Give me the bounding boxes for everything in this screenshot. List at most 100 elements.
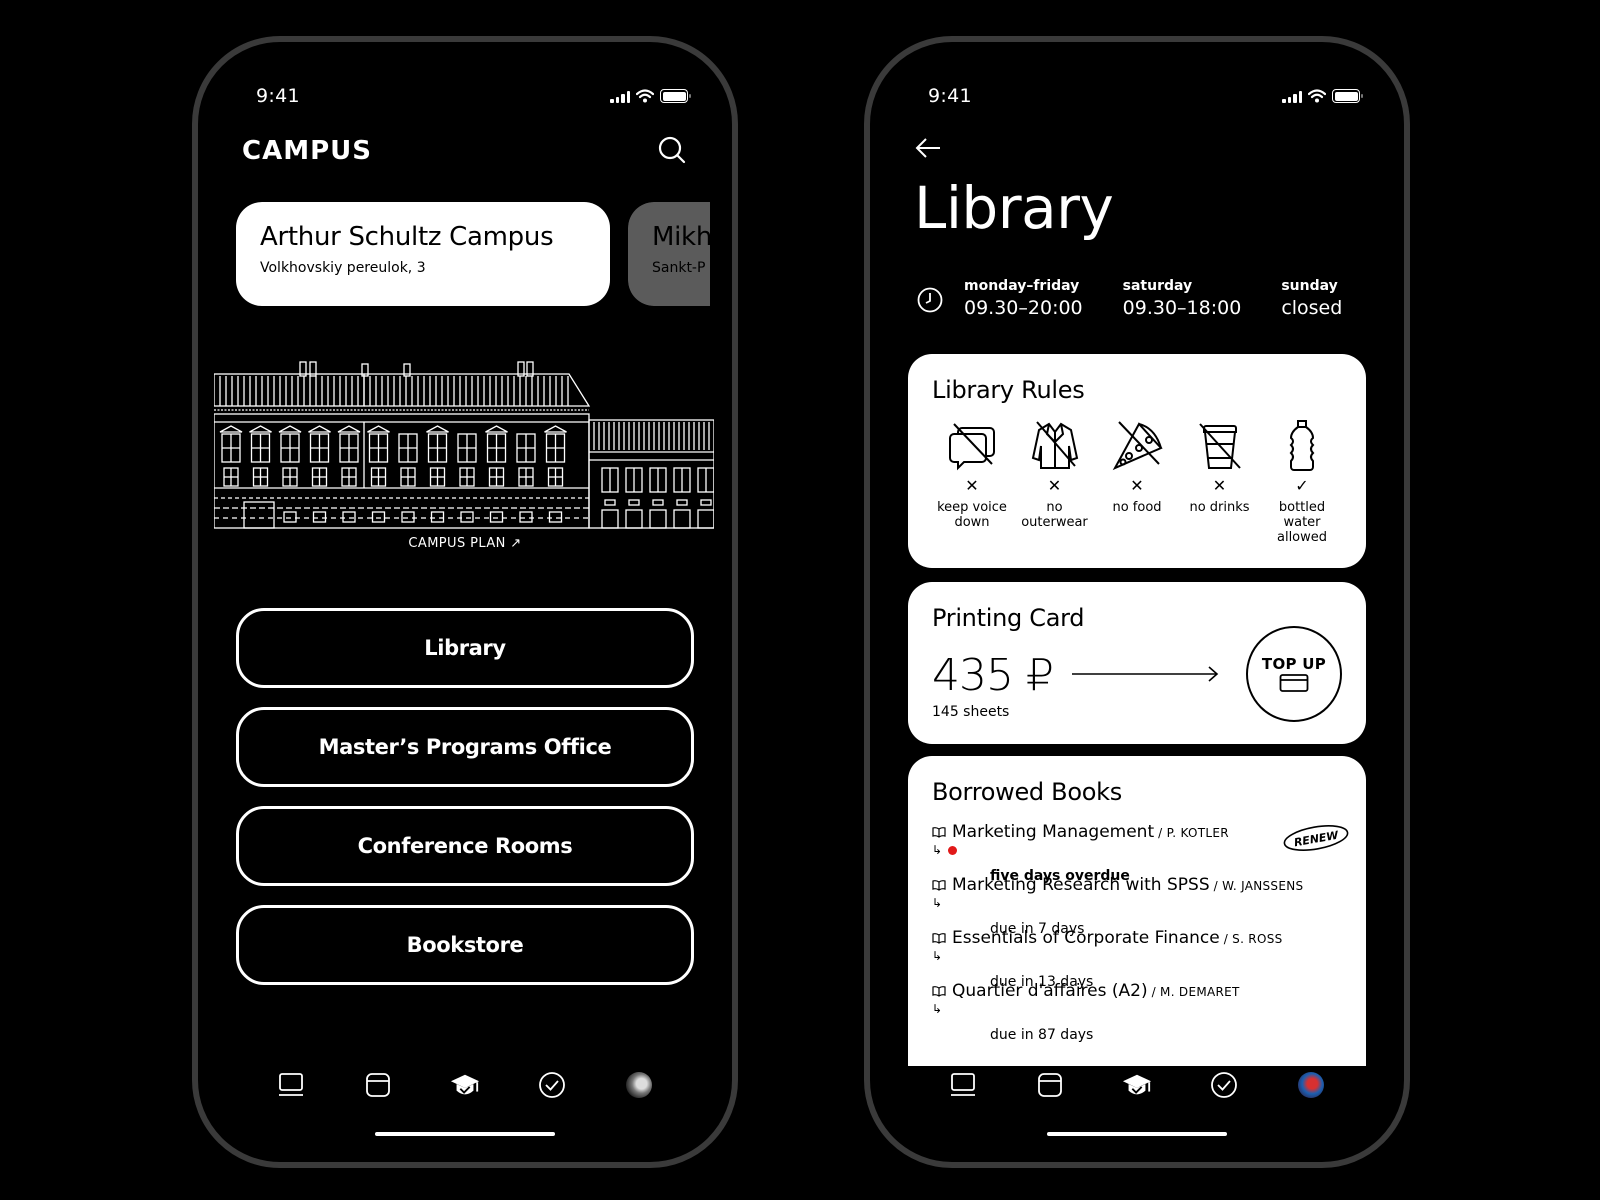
book-title: Marketing Management	[952, 822, 1155, 842]
check-circle-icon	[538, 1072, 565, 1098]
book-title: Marketing Research with SPSS	[952, 875, 1210, 895]
rule-label: no outerwear	[1021, 500, 1088, 530]
status-bar: 9:41	[928, 82, 1363, 110]
rule-item: ✓ bottled water allowed	[1262, 418, 1342, 545]
clock-icon	[917, 287, 943, 313]
calendar-icon	[366, 1073, 391, 1097]
tab-profile[interactable]	[1296, 1070, 1326, 1100]
rule-label: no food	[1112, 500, 1162, 515]
book-status: due in 87 days	[990, 1027, 1094, 1043]
credit-card-icon	[1279, 674, 1309, 692]
search-icon	[658, 136, 686, 164]
card-title: Borrowed Books	[932, 778, 1122, 806]
phone-library-screen: 9:41 Library monday–friday 09.30–20:00 s…	[864, 36, 1410, 1168]
hours-day: saturday	[1122, 278, 1193, 294]
rule-mark: ✕	[1212, 476, 1227, 495]
tab-schedule[interactable]	[363, 1070, 393, 1100]
top-up-label: TOP UP	[1261, 655, 1327, 673]
opening-hours: monday–friday 09.30–20:00 saturday 09.30…	[916, 278, 1374, 319]
laptop-icon	[279, 1073, 304, 1096]
menu-button-conference-rooms[interactable]: Conference Rooms	[236, 806, 694, 886]
home-indicator	[375, 1132, 555, 1136]
tab-bar	[870, 1070, 1404, 1100]
search-button[interactable]	[652, 130, 692, 170]
no-drinks-icon	[1198, 423, 1241, 469]
arrow-left-icon	[915, 138, 940, 158]
wifi-icon	[636, 89, 654, 103]
water-bottle-icon	[1289, 420, 1315, 471]
rule-label: keep voice down	[937, 500, 1007, 530]
campus-name: Mikh	[652, 222, 710, 252]
hours-day: monday–friday	[964, 278, 1080, 294]
hours-time: 09.30–18:00	[1122, 297, 1242, 319]
hours-weekdays: monday–friday 09.30–20:00	[964, 278, 1083, 319]
avatar	[625, 1072, 652, 1098]
book-title: Quartier d'affaires (A2)	[952, 981, 1148, 1001]
book-item[interactable]: Marketing Management / P. KOTLER ↳ five …	[932, 822, 1349, 884]
back-button[interactable]	[914, 134, 944, 164]
hours-time: closed	[1281, 297, 1343, 319]
rule-mark: ✓	[1295, 476, 1309, 495]
cellular-signal-icon	[1282, 90, 1302, 103]
book-item[interactable]: Quartier d'affaires (A2) / M. DEMARET ↳ …	[932, 981, 1342, 1043]
return-arrow-icon: ↳	[932, 896, 943, 910]
status-icons	[1282, 89, 1363, 103]
tab-tasks[interactable]	[537, 1070, 567, 1100]
rule-item: ✕ no outerwear	[1015, 418, 1095, 545]
renew-button[interactable]: RENEW	[1282, 824, 1350, 852]
printing-balance: 435 ₽	[932, 650, 1054, 701]
return-arrow-icon: ↳	[932, 1002, 943, 1016]
tab-campus[interactable]	[450, 1070, 480, 1100]
app-brand: CAMPUS	[242, 136, 372, 166]
tab-courses[interactable]	[276, 1070, 306, 1100]
return-arrow-icon: ↳	[932, 949, 943, 963]
rule-mark: ✕	[1047, 476, 1062, 495]
calendar-icon	[1038, 1073, 1063, 1097]
campus-address: Sankt-P	[652, 260, 706, 276]
book-author: / M. DEMARET	[1151, 985, 1240, 999]
book-item[interactable]: Essentials of Corporate Finance / S. ROS…	[932, 928, 1342, 990]
tab-bar	[198, 1070, 732, 1100]
rule-label: bottled water allowed	[1276, 500, 1328, 545]
rule-item: ✕ no drinks	[1180, 418, 1260, 545]
tab-campus[interactable]	[1122, 1070, 1152, 1100]
rule-label: no drinks	[1189, 500, 1250, 515]
graduation-cap-icon	[1122, 1074, 1152, 1095]
printing-sheets: 145 sheets	[932, 704, 1010, 720]
book-author: / P. KOTLER	[1158, 826, 1229, 840]
top-up-button[interactable]: TOP UP	[1246, 626, 1342, 722]
rules-list: ✕ keep voice down ✕ no outerwear ✕ no fo…	[932, 418, 1342, 545]
hours-saturday: saturday 09.30–18:00	[1123, 278, 1242, 319]
menu-button-masters-office[interactable]: Master’s Programs Office	[236, 707, 694, 787]
home-indicator	[1047, 1132, 1227, 1136]
status-time: 9:41	[928, 85, 972, 107]
campus-name: Arthur Schultz Campus	[260, 222, 554, 252]
tab-schedule[interactable]	[1035, 1070, 1065, 1100]
arrow-right-icon	[1072, 666, 1219, 682]
book-author: / W. JANSSENS	[1213, 879, 1304, 893]
no-food-icon	[1112, 421, 1163, 471]
check-circle-icon	[1210, 1072, 1237, 1098]
graduation-cap-icon	[450, 1074, 480, 1095]
laptop-icon	[951, 1073, 976, 1096]
rule-item: ✕ keep voice down	[932, 418, 1012, 545]
tab-tasks[interactable]	[1209, 1070, 1239, 1100]
book-item[interactable]: Marketing Research with SPSS / W. JANSSE…	[932, 875, 1342, 937]
campus-card-next[interactable]: Mikh Sankt-P	[628, 202, 710, 306]
campus-plan-link[interactable]: CAMPUS PLAN ↗	[198, 536, 732, 551]
menu-button-bookstore[interactable]: Bookstore	[236, 905, 694, 985]
status-time: 9:41	[256, 85, 300, 107]
status-bar: 9:41	[256, 82, 691, 110]
return-arrow-icon: ↳	[932, 843, 943, 857]
battery-icon	[1332, 89, 1363, 103]
campus-building-illustration	[214, 361, 714, 529]
campus-address: Volkhovskiy pereulok, 3	[260, 260, 426, 276]
page-title: Library	[914, 174, 1114, 242]
overdue-dot	[948, 845, 958, 855]
tab-profile[interactable]	[624, 1070, 654, 1100]
phone-campus-screen: 9:41 CAMPUS Arthur Schultz Campus Volkho…	[192, 36, 738, 1168]
menu-button-library[interactable]: Library	[236, 608, 694, 688]
tab-courses[interactable]	[948, 1070, 978, 1100]
no-outerwear-icon	[1031, 421, 1078, 469]
campus-card-active[interactable]: Arthur Schultz Campus Volkhovskiy pereul…	[236, 202, 610, 306]
